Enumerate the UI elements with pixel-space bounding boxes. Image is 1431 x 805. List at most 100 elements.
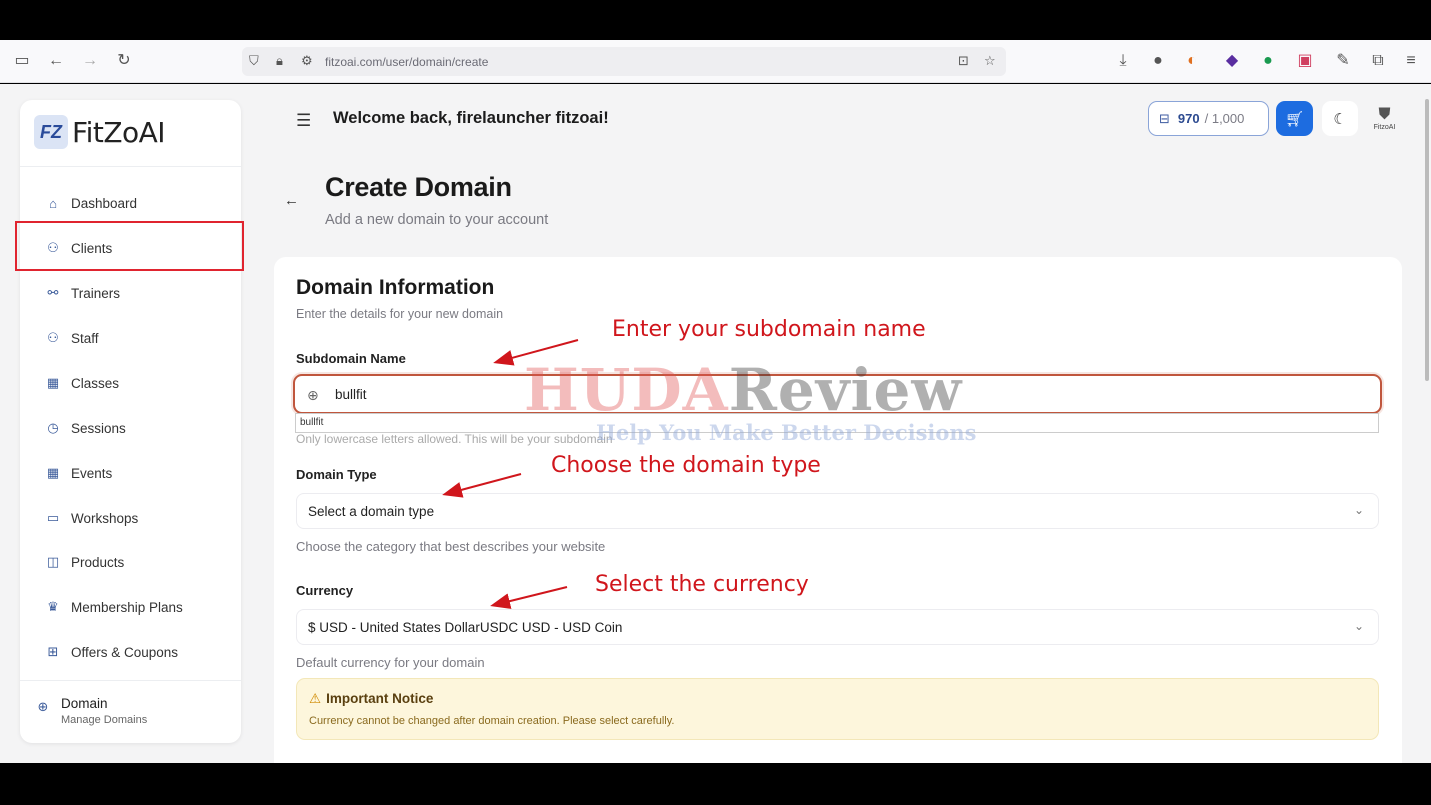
currency-help: Default currency for your domain [296,655,485,670]
brand-logo[interactable]: FZ FitZoAI [34,112,166,152]
downloads-icon[interactable]: ⤓ [1113,51,1133,71]
sidebar: FZ FitZoAI ⌂ Dashboard ⚇ Clients ⚯ Train… [20,100,241,743]
section-title: Domain Information [296,276,495,299]
watermark-part2: Review [728,356,963,424]
sidebar-item-label: Classes [71,375,120,391]
back-icon[interactable]: ← [46,51,66,71]
sidebar-item-events[interactable]: ▦ Events [20,451,241,495]
permissions-icon[interactable]: ⚙ [301,53,313,69]
bag-icon: ◫ [46,554,60,569]
hamburger-menu-icon[interactable]: ☰ [296,111,311,131]
sidebar-item-products[interactable]: ◫ Products [20,540,241,584]
cart-button[interactable]: 🛒︎ [1276,101,1313,136]
sidebar-item-label: Offers & Coupons [71,644,179,660]
calendar-icon: ▦ [46,465,60,480]
gift-icon: ⊞ [47,644,59,659]
watermark-tagline: Help You Make Better Decisions [596,420,977,445]
eyedropper-icon[interactable]: ✎ [1333,51,1353,71]
sidebar-item-label: Products [71,554,125,570]
notice-title: Important Notice [326,691,434,706]
back-arrow-icon[interactable]: ← [284,192,299,209]
sidebar-item-label: Sessions [71,420,126,436]
extension-purple-icon[interactable]: ◆ [1222,51,1242,71]
sidebar-item-sessions[interactable]: ◷ Sessions [20,406,241,450]
chevron-down-icon: ⌄ [1353,619,1364,633]
sidebar-item-dashboard[interactable]: ⌂ Dashboard [20,181,241,225]
staff-icon: ⚇ [47,330,59,345]
moon-icon: ☾ [1333,110,1347,128]
avatar[interactable]: ⛊ FitzoAI [1367,101,1402,136]
sidebar-item-label: Staff [71,330,99,346]
currency-label: Currency [296,583,354,598]
currency-select[interactable]: $ USD - United States DollarUSDC USD - U… [296,609,1379,645]
reload-icon[interactable]: ↻ [114,51,134,71]
subdomain-label: Subdomain Name [296,351,406,366]
shield-logo-icon: ⛊ [1378,105,1391,123]
globe-icon: ⊕ [37,699,49,714]
sidebar-item-staff[interactable]: ⚇ Staff [20,316,241,360]
avatar-label: FitzoAI [1373,123,1396,131]
video-letterbox-bottom [0,763,1431,805]
reader-view-icon[interactable]: ⊡ [958,53,969,69]
sidebar-item-trainers[interactable]: ⚯ Trainers [20,271,241,315]
menu-icon[interactable]: ≡ [1401,51,1421,71]
domain-footer-subtitle: Manage Domains [61,714,148,726]
watermark-part1: HUDA [524,356,729,424]
domain-type-label: Domain Type [296,467,377,482]
bookmark-star-icon[interactable]: ☆ [984,53,996,69]
welcome-message: Welcome back, firelauncher fitzoai! [333,109,609,127]
annotation-currency: Select the currency [595,572,809,597]
subdomain-hint: Only lowercase letters allowed. This wil… [296,432,613,446]
credits-value: 970 [1177,111,1200,126]
home-icon: ⌂ [49,195,57,211]
sidebar-item-label: Events [71,465,113,481]
wallet-icon: ⊟ [1159,110,1170,126]
sidebar-item-membership-plans[interactable]: ♛ Membership Plans [20,585,241,629]
extension-a-icon[interactable]: ● [1148,51,1168,71]
section-subtitle: Enter the details for your new domain [296,307,504,321]
grammarly-icon[interactable]: ● [1258,51,1278,71]
sidebar-divider [20,166,241,167]
subdomain-value[interactable]: bullfit [335,387,367,402]
url-text[interactable]: fitzoai.com/user/domain/create [325,55,488,69]
warning-icon: ⚠ [309,691,322,706]
trainers-icon: ⚯ [47,285,59,300]
annotation-subdomain: Enter your subdomain name [612,317,926,342]
domain-type-value: Select a domain type [308,504,435,519]
sidebar-toggle-icon[interactable]: ▭ [12,51,32,71]
sidebar-item-label: Dashboard [71,195,138,211]
credits-max: / 1,000 [1204,111,1245,126]
watermark-logo: HUDAReview [524,358,962,422]
sidebar-item-classes[interactable]: ▦ Classes [20,361,241,405]
extension-gift-icon[interactable]: ▣ [1295,51,1315,71]
sidebar-item-label: Trainers [71,285,121,301]
sidebar-item-offers-coupons[interactable]: ⊞ Offers & Coupons [20,630,241,674]
timer-icon: ◷ [47,420,59,435]
extensions-puzzle-icon[interactable]: ⧉ [1368,51,1388,71]
annotation-domain-type: Choose the domain type [551,453,821,478]
forward-icon[interactable]: → [80,51,100,71]
video-letterbox-top [0,0,1431,40]
calendar-icon: ▦ [46,375,60,390]
extension-color-icon[interactable]: ◐ [1182,51,1202,71]
chevron-down-icon: ⌄ [1353,503,1364,517]
page-subtitle: Add a new domain to your account [325,212,549,228]
theme-toggle-button[interactable]: ☾ [1322,101,1358,136]
crown-icon: ♛ [47,599,59,614]
page-scrollbar[interactable] [1425,99,1429,381]
globe-icon: ⊕ [307,387,319,403]
notice-body: Currency cannot be changed after domain … [309,715,675,727]
domain-footer-title: Domain [61,696,108,711]
sidebar-divider [20,680,241,681]
sidebar-item-workshops[interactable]: ▭ Workshops [20,496,241,540]
sidebar-domain-footer[interactable]: ⊕ Domain Manage Domains [34,696,148,726]
shield-icon[interactable]: ⛉ [249,53,259,69]
logo-mark-icon: FZ [34,115,68,149]
brand-name: FitZoAI [72,115,166,149]
currency-value: $ USD - United States DollarUSDC USD - U… [308,620,623,635]
credits-badge[interactable]: ⊟ 970 / 1,000 [1148,101,1269,136]
sidebar-item-label: Membership Plans [71,599,183,615]
lock-icon[interactable]: 🔒︎ [276,53,283,69]
domain-type-select[interactable]: Select a domain type ⌄ [296,493,1379,529]
cart-icon: 🛒︎ [1284,110,1305,128]
